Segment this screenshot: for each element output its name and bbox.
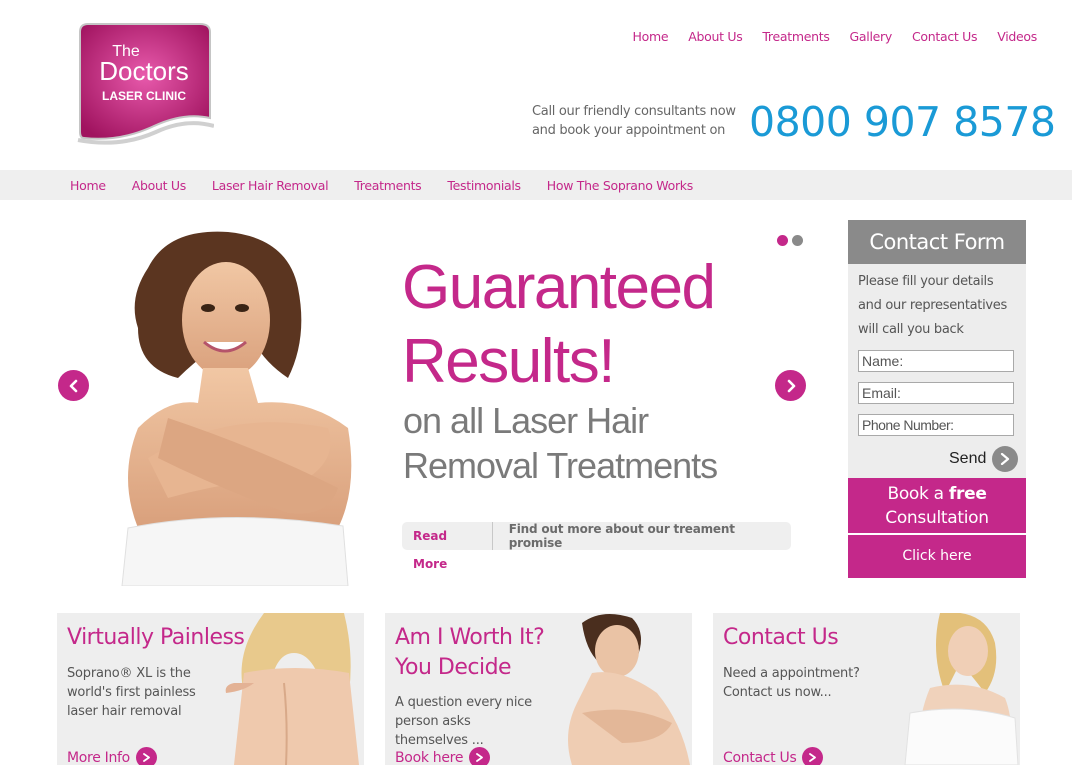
book-prefix: Book a	[887, 484, 944, 504]
top-nav-treatments[interactable]: Treatments	[762, 29, 829, 44]
treatment-promise-link[interactable]: Find out more about our treament promise	[493, 522, 791, 550]
phone-number[interactable]: 0800 907 8578	[749, 98, 1056, 146]
top-nav-contact-us[interactable]: Contact Us	[912, 29, 978, 44]
contact-us-label: Contact Us	[723, 749, 797, 765]
book-here-label: Book here	[395, 749, 464, 765]
contact-us-title: Contact Us	[723, 625, 839, 650]
top-nav-about-us[interactable]: About Us	[688, 29, 743, 44]
contact-us-link[interactable]: Contact Us	[723, 747, 824, 765]
arrow-right-icon	[135, 747, 157, 765]
slider-dot-1[interactable]	[777, 235, 788, 246]
contact-form-intro-2: and our representatives	[858, 298, 1007, 313]
card3-text-line-2: Contact us now...	[723, 685, 832, 700]
main-nav-treatments[interactable]: Treatments	[354, 178, 421, 193]
virtually-painless-text: Soprano® XL is the world's first painles…	[67, 664, 196, 721]
you-decide-title: You Decide	[395, 655, 512, 680]
call-consultants-text: Call our friendly consultants now and bo…	[532, 102, 736, 140]
main-nav-how-soprano-works[interactable]: How The Soprano Works	[547, 178, 694, 193]
card3-text-line-1: Need a appointment?	[723, 666, 860, 681]
slider-dot-2[interactable]	[792, 235, 803, 246]
send-label: Send	[949, 450, 987, 467]
contact-us-card: Contact Us Need a appointment? Contact u…	[713, 613, 1020, 765]
hero-subheadline-1: on all Laser Hair	[403, 400, 649, 441]
card1-text-line-1: Soprano® XL is the	[67, 666, 191, 681]
click-here-button[interactable]: Click here	[848, 535, 1026, 578]
call-line-2: and book your appointment on	[532, 123, 726, 138]
slider-pagination	[777, 235, 803, 246]
chevron-left-icon	[69, 379, 77, 392]
arrow-right-icon	[469, 747, 491, 765]
more-info-link[interactable]: More Info	[67, 747, 157, 765]
book-line-1: Book a free	[848, 482, 1026, 506]
main-nav-home[interactable]: Home	[70, 178, 106, 193]
hero-subheadline-2: Removal Treatments	[403, 445, 718, 486]
top-nav-gallery[interactable]: Gallery	[850, 29, 893, 44]
book-consultation-banner[interactable]: Book a free Consultation	[848, 478, 1026, 533]
card1-text-line-2: world's first painless	[67, 685, 196, 700]
back-model-image	[225, 613, 359, 765]
card1-text-line-3: laser hair removal	[67, 704, 182, 719]
virtually-painless-title: Virtually Painless	[67, 625, 245, 650]
contact-form-intro-1: Please fill your details	[858, 274, 994, 289]
book-free: free	[948, 484, 987, 504]
am-i-worth-it-text: A question every nice person asks themse…	[395, 693, 532, 750]
call-line-1: Call our friendly consultants now	[532, 104, 736, 119]
phone-number-input[interactable]	[858, 414, 1014, 436]
send-button[interactable]: Send	[949, 446, 1019, 472]
contact-us-text: Need a appointment? Contact us now...	[723, 664, 860, 702]
more-info-label: More Info	[67, 749, 130, 765]
hero-read-more-bar: Read More Find out more about our treame…	[402, 522, 791, 571]
clinic-logo[interactable]: The Doctors LASER CLINIC	[74, 22, 215, 150]
top-nav-home[interactable]: Home	[633, 29, 669, 44]
top-navigation: Home About Us Treatments Gallery Contact…	[633, 29, 1038, 44]
read-more-button[interactable]: Read More	[402, 522, 493, 571]
email-input[interactable]	[858, 382, 1014, 404]
main-nav-about-us[interactable]: About Us	[132, 178, 187, 193]
slider-next-button[interactable]	[775, 370, 806, 401]
contact-form-intro-3: will call you back	[858, 322, 964, 337]
contact-form-panel: Contact Form Please fill your details an…	[848, 220, 1026, 478]
main-nav-laser-hair-removal[interactable]: Laser Hair Removal	[212, 178, 329, 193]
am-i-worth-it-title: Am I Worth It?	[395, 625, 545, 650]
main-nav-testimonials[interactable]: Testimonials	[447, 178, 521, 193]
hero-model-image	[108, 228, 363, 587]
logo-line2: Doctors	[99, 56, 189, 86]
card2-text-line-1: A question every nice	[395, 695, 532, 710]
contact-form-intro: Please fill your details and our represe…	[858, 270, 1023, 342]
main-navigation: Home About Us Laser Hair Removal Treatme…	[70, 178, 719, 193]
hero-headline-2: Results!	[402, 327, 615, 396]
arrow-right-icon	[802, 747, 824, 765]
slider-prev-button[interactable]	[58, 370, 89, 401]
card2-text-line-2: person asks	[395, 714, 471, 729]
towel-model-image	[904, 613, 1019, 765]
arrow-right-icon	[992, 446, 1019, 472]
logo-line3: LASER CLINIC	[102, 89, 186, 103]
top-nav-videos[interactable]: Videos	[997, 29, 1037, 44]
chevron-right-icon	[787, 379, 795, 392]
book-here-link[interactable]: Book here	[395, 747, 491, 765]
am-i-worth-it-card: Am I Worth It? You Decide A question eve…	[385, 613, 692, 765]
contact-form-title: Contact Form	[848, 220, 1026, 264]
book-line-2: Consultation	[885, 508, 989, 528]
hero-headline-1: Guaranteed	[402, 253, 716, 322]
virtually-painless-card: Virtually Painless Soprano® XL is the wo…	[57, 613, 364, 765]
seated-model-image	[568, 614, 690, 765]
name-input[interactable]	[858, 350, 1014, 372]
